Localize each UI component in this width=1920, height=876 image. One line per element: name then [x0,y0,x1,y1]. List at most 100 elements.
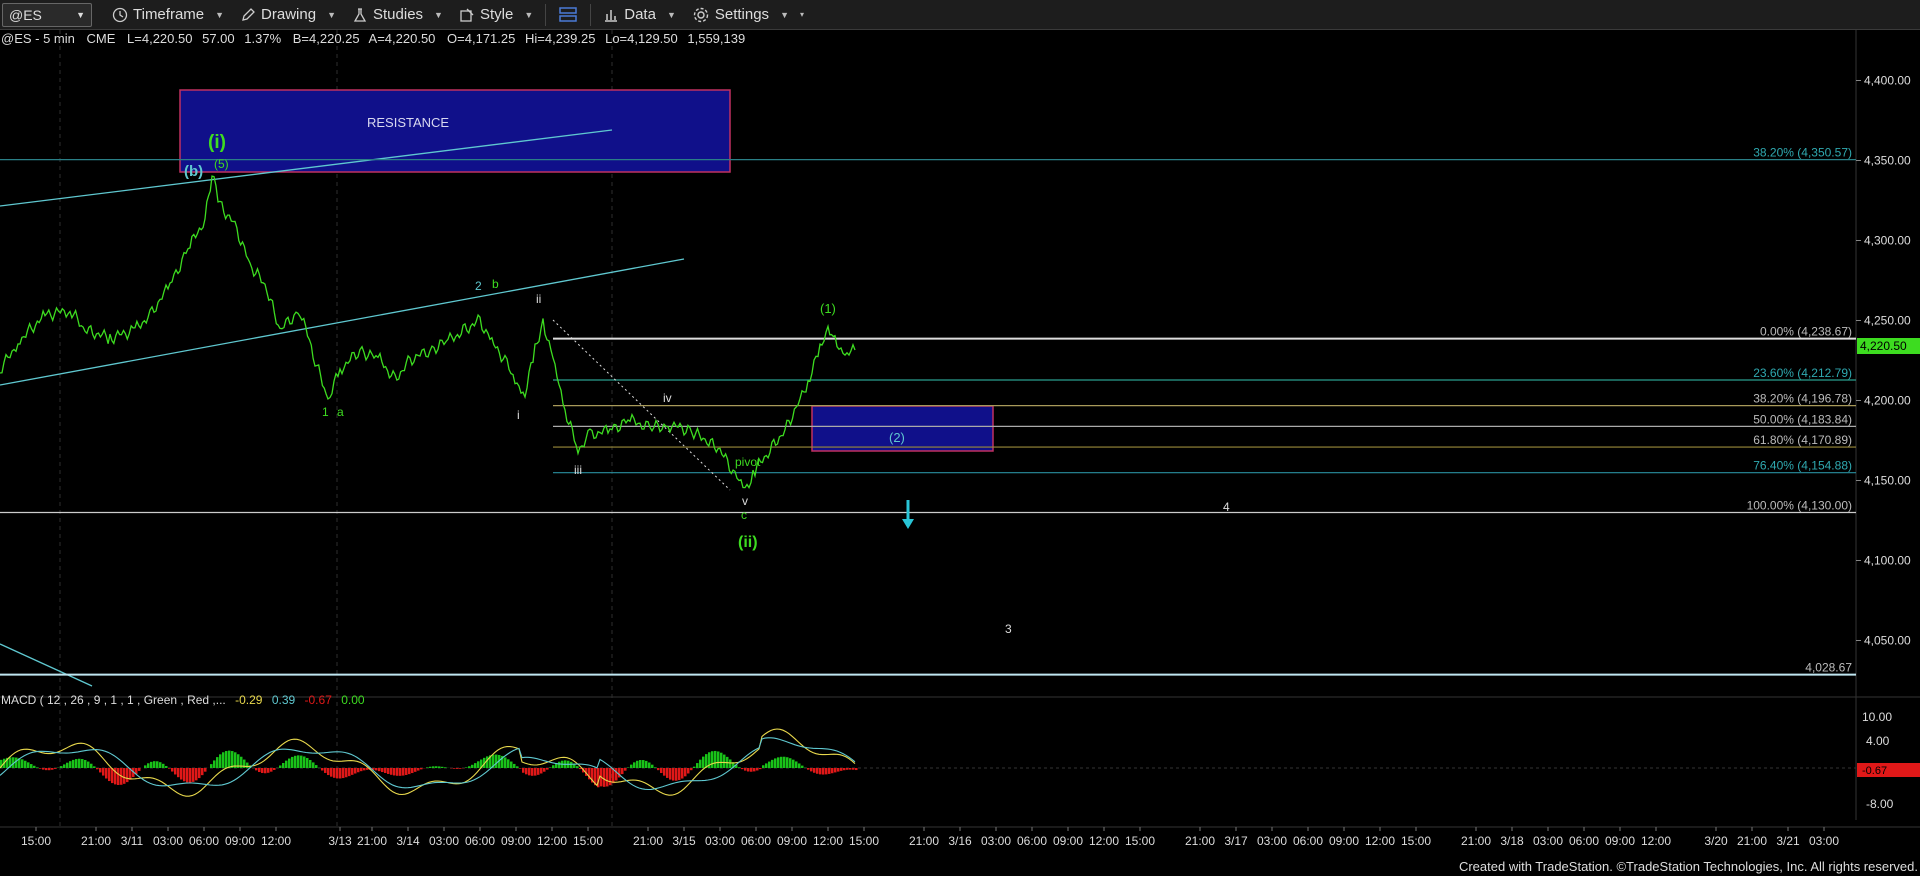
macd-hist-bar [153,761,156,768]
pencil-icon [242,7,255,21]
macd-hist-bar [696,763,699,768]
macd-hist-bar [216,757,219,768]
macd-hist-bar [507,759,510,768]
chevron-down-icon: ▼ [434,9,443,20]
macd-hist-bar [753,768,756,772]
macd-hist-bar [273,768,276,770]
data-label: Data [624,6,656,23]
macd-hist-bar [279,765,282,768]
chevron-down-icon: ▼ [780,9,789,20]
time-tick-label: 12:00 [261,834,291,848]
style-label: Style [479,6,514,23]
macd-hist-bar [801,765,804,768]
fib-level-label: 38.20% (4,196.78) [1753,392,1852,406]
chevron-down-icon: ▼ [215,9,225,20]
time-tick-label: 09:00 [777,834,807,848]
macd-hist-bar [150,761,153,768]
time-tick-label: 21:00 [1461,834,1491,848]
macd-hist-bar [468,766,471,768]
macd-hist-bar [549,767,552,768]
macd-hist-bar [855,768,858,771]
macd-hist-bar [174,768,177,775]
chart-area[interactable]: @ES - 5 min CME L=4,220.50 57.00 1.37% B… [0,30,1920,876]
macd-hist-bar [63,764,66,768]
time-tick-label: 03:00 [705,834,735,848]
settings-menu[interactable]: Settings ▼ ▾ [686,2,810,28]
macd-hist-bar [345,768,348,778]
layout-button[interactable] [552,2,584,28]
time-tick-label: 06:00 [1293,834,1323,848]
macd-hist-bar [306,757,309,768]
macd-value-2: 0.39 [272,693,296,707]
macd-hist-bar [300,755,303,768]
macd-hist-bar [537,768,540,775]
macd-hist-bar [348,768,351,777]
macd-hist-bar [717,751,720,768]
macd-hist-bar [441,766,444,768]
macd-hist-bar [72,759,75,768]
macd-hist-bar [780,756,783,768]
macd-hist-bar [15,757,18,768]
macd-hist-bar [87,761,90,768]
wave-label-i-major: (i) [208,132,226,153]
macd-hist-bar [102,768,105,776]
time-tick-label: 06:00 [465,834,495,848]
macd-hist-bar [834,768,837,773]
macd-hist-bar [693,766,696,768]
timeframe-label: Timeframe [133,6,205,23]
macd-hist-bar [363,768,366,771]
macd-hist-bar [531,768,534,776]
data-menu[interactable]: Data ▼ [597,2,682,28]
time-tick-label: 21:00 [81,834,111,848]
macd-hist-bar [738,767,741,768]
studies-menu[interactable]: Studies ▼ [346,2,449,28]
symbol-input[interactable]: @ES ▼ [2,2,92,27]
macd-hist-bar [402,768,405,776]
layout-icon [559,6,577,22]
macd-hist-bar [360,768,363,772]
drawing-menu[interactable]: Drawing ▼ [234,2,342,28]
macd-hist-bar [138,768,141,771]
fib-level-label: 0.00% (4,238.67) [1760,325,1852,339]
macd-hist-bar [144,765,147,768]
macd-hist-bar [189,768,192,783]
time-tick-label: 09:00 [501,834,531,848]
time-tick-label: 03:00 [429,834,459,848]
macd-hist-bar [204,768,207,772]
macd-hist-bar [231,751,234,768]
timeframe-menu[interactable]: Timeframe ▼ [106,2,230,28]
macd-hist-bar [636,760,639,768]
style-menu[interactable]: Style ▼ [453,2,539,28]
macd-hist-bar [633,762,636,768]
wave-label-v: v [742,494,748,508]
time-tick-label: 15:00 [1125,834,1155,848]
wave-label-iv: iv [663,391,672,405]
macd-hist-bar [471,764,474,768]
fib-level-label: 4,028.67 [1805,661,1852,675]
macd-hist-bar [510,761,513,768]
price-chart[interactable]: @ES - 5 min CME L=4,220.50 57.00 1.37% B… [0,30,1920,876]
macd-hist-bar [60,766,63,768]
price-tick-label: 4,300.00 [1864,234,1911,248]
time-tick-label: 15:00 [1401,834,1431,848]
macd-hist-bar [264,768,267,774]
macd-hist-bar [546,768,549,770]
macd-hist-bar [630,764,633,768]
time-axis: 15:00 21:00 3/11 03:00 06:00 09:00 12:00 3/13 21… [21,827,1839,848]
macd-hist-bar [228,750,231,768]
macd-hist-bar [51,768,54,770]
time-tick-label: 3/17 [1224,834,1248,848]
channel-lower-line [0,258,685,386]
time-tick-label: 09:00 [1605,834,1635,848]
time-tick-label: 12:00 [537,834,567,848]
macd-hist-bar [315,765,318,768]
macd-hist-bar [123,768,126,784]
quote-last: L=4,220.50 [127,31,192,46]
macd-current-tag: -0.67 [1857,763,1920,777]
chevron-down-icon: ▼ [666,9,676,20]
time-tick-label: 03:00 [1533,834,1563,848]
macd-hist-bar [429,766,432,768]
macd-hist-bar [222,752,225,768]
macd-hist-bar [525,768,528,775]
time-tick-label: 03:00 [1809,834,1839,848]
